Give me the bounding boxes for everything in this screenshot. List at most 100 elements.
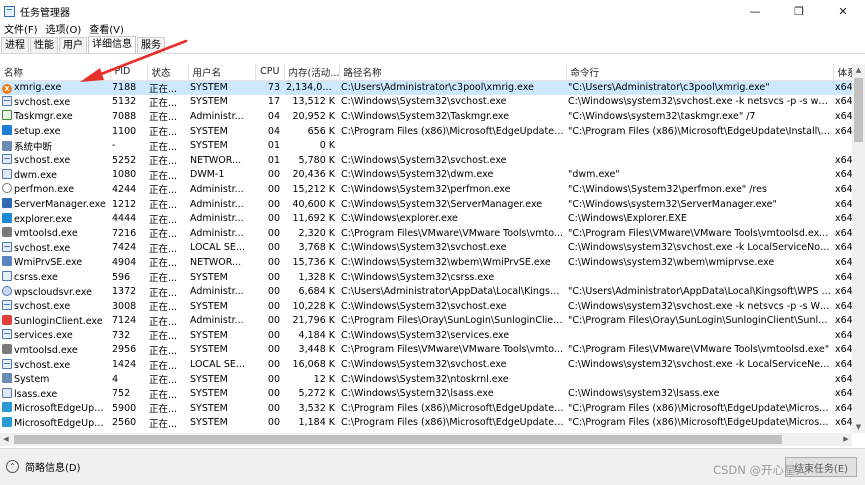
horizontal-scroll-thumb[interactable] — [14, 435, 782, 444]
process-name: svchost.exe — [0, 241, 110, 256]
scroll-down-icon[interactable]: ▼ — [852, 421, 865, 433]
process-path: C:\Program Files\Oray\SunLogin\SunloginC… — [341, 315, 566, 327]
column-header-user[interactable]: 用户名 — [188, 64, 256, 80]
process-architecture: x64 — [835, 286, 852, 298]
process-name-label: setup.exe — [14, 126, 61, 138]
process-status: 正在... — [149, 360, 178, 372]
column-header-memory[interactable]: 内存(活动... — [284, 64, 340, 80]
tab-performance[interactable]: 性能 — [30, 37, 58, 53]
process-name: vmtoolsd.exe — [0, 226, 110, 241]
process-cpu: 00 — [267, 359, 280, 371]
scroll-right-icon[interactable]: ▶ — [840, 433, 852, 446]
process-name: dwm.exe — [0, 168, 110, 183]
process-status: 正在... — [147, 80, 188, 95]
process-architecture: x64 — [835, 359, 852, 371]
minimize-icon[interactable]: — — [733, 0, 777, 22]
table-row[interactable]: vmtoolsd.exe 7216 正在... Administr... 00 2,320… — [0, 226, 852, 241]
restore-icon[interactable]: ❐ — [777, 0, 821, 22]
table-row[interactable]: services.exe 732 正在... SYSTEM 00 4,184 K C:\Wi… — [0, 328, 852, 343]
scroll-up-icon[interactable]: ▲ — [852, 64, 865, 76]
tab-services[interactable]: 服务 — [137, 37, 165, 53]
table-row[interactable]: Xxmrig.exe 7188 正在... SYSTEM 73 2,134,092 K C:… — [0, 80, 852, 95]
process-status: 正在... — [149, 127, 178, 139]
xmrig-icon: X — [2, 83, 12, 94]
process-path: C:\Program Files\VMware\VMware Tools\vmt… — [341, 344, 563, 356]
process-name: svchost.exe — [0, 95, 110, 110]
system-icon — [2, 373, 12, 384]
process-path: C:\Windows\System32\svchost.exe — [341, 300, 507, 312]
column-header-architecture[interactable]: 体系 — [833, 64, 852, 80]
table-row[interactable]: wpscloudsvr.exe 1372 正在... Administr... 00 6,… — [0, 284, 852, 299]
title-bar[interactable]: 任务管理器 — ❐ ✕ — [0, 0, 865, 22]
process-memory: 20,952 K — [292, 110, 336, 122]
column-header-path[interactable]: 路径名称 — [339, 64, 567, 80]
process-command-line: C:\Windows\system32\lsass.exe — [568, 388, 720, 400]
table-row[interactable]: SunloginClient.exe 7124 正在... Administr... 0… — [0, 314, 852, 329]
process-name: vmtoolsd.exe — [0, 343, 110, 358]
table-row[interactable]: vmtoolsd.exe 2956 正在... SYSTEM 00 3,448 K C:\P… — [0, 343, 852, 358]
vertical-scroll-thumb[interactable] — [854, 78, 863, 142]
tab-details[interactable]: 详细信息 — [88, 36, 136, 53]
column-header-name[interactable]: 名称 — [0, 64, 111, 80]
column-header-cpu[interactable]: CPU — [255, 64, 285, 80]
table-row[interactable]: WmiPrvSE.exe 4904 正在... NETWOR... 00 15,736 K… — [0, 255, 852, 270]
process-pid: 1100 — [112, 125, 137, 137]
process-user: NETWOR... — [190, 256, 242, 268]
process-architecture: x64 — [835, 271, 852, 283]
table-row[interactable]: svchost.exe 5252 正在... NETWOR... 01 5,780 K C:… — [0, 153, 852, 168]
process-pid: 1080 — [112, 169, 137, 181]
process-pid: 2560 — [112, 417, 137, 429]
process-memory: 656 K — [307, 125, 335, 137]
table-row[interactable]: MicrosoftEdgeUpd... 2560 正在... SYSTEM 00 1,18… — [0, 416, 852, 431]
close-icon[interactable]: ✕ — [821, 0, 865, 22]
menu-view[interactable]: 查看(V) — [85, 21, 128, 36]
table-row[interactable]: ServerManager.exe 1212 正在... Administr... 00… — [0, 197, 852, 212]
column-header-pid[interactable]: PID — [110, 64, 148, 80]
process-status: 正在... — [149, 243, 178, 255]
table-row[interactable]: MicrosoftEdgeUpd... 5900 正在... SYSTEM 00 3,53… — [0, 401, 852, 416]
sunlogin-icon — [2, 314, 12, 325]
process-user: SYSTEM — [190, 96, 228, 108]
fewer-details-button[interactable]: ⌃ 简略信息(D) — [6, 459, 81, 474]
process-pid: 4444 — [112, 213, 137, 225]
table-row[interactable]: lsass.exe 752 正在... SYSTEM 00 5,272 K C:\Windo… — [0, 386, 852, 401]
process-cpu: 00 — [267, 329, 280, 341]
service-icon — [2, 154, 12, 165]
process-cpu: 00 — [267, 402, 280, 414]
table-row[interactable]: svchost.exe 7424 正在... LOCAL SE... 00 3,768 K… — [0, 241, 852, 256]
table-row[interactable]: setup.exe 1100 正在... SYSTEM 04 656 K C:\Progra… — [0, 124, 852, 139]
process-path: C:\Windows\System32\ntoskrnl.exe — [341, 373, 509, 385]
table-row[interactable]: Taskmgr.exe 7088 正在... Administr... 04 20,952… — [0, 109, 852, 124]
column-header-status[interactable]: 状态 — [147, 64, 189, 80]
process-cpu: 04 — [267, 125, 280, 137]
table-row[interactable]: svchost.exe 5132 正在... SYSTEM 17 13,512 K C:\W… — [0, 95, 852, 110]
process-architecture: x64 — [835, 125, 852, 137]
column-header-command-line[interactable]: 命令行 — [566, 64, 834, 80]
system-icon — [2, 140, 12, 151]
table-row[interactable]: svchost.exe 3008 正在... SYSTEM 00 10,228 K C:\W… — [0, 299, 852, 314]
table-row[interactable]: dwm.exe 1080 正在... DWM-1 00 20,436 K C:\Window… — [0, 168, 852, 183]
process-name-label: vmtoolsd.exe — [14, 228, 78, 240]
table-row[interactable]: System 4 正在... SYSTEM 00 12 K C:\Windows\Syste… — [0, 372, 852, 387]
process-cpu: 17 — [267, 96, 280, 108]
process-command-line — [566, 153, 833, 168]
table-row[interactable]: perfmon.exe 4244 正在... Administr... 00 15,212… — [0, 182, 852, 197]
tab-users[interactable]: 用户 — [59, 37, 87, 53]
process-name: ServerManager.exe — [0, 197, 110, 212]
process-status: 正在... — [149, 112, 178, 124]
process-path: C:\Windows\System32\svchost.exe — [341, 96, 507, 108]
process-name: setup.exe — [0, 124, 110, 139]
vertical-scrollbar[interactable]: ▲ ▼ — [852, 64, 865, 433]
process-command-line — [566, 270, 833, 285]
tab-processes[interactable]: 进程 — [1, 37, 29, 53]
table-row[interactable]: explorer.exe 4444 正在... Administr... 00 11,69… — [0, 211, 852, 226]
table-row[interactable]: csrss.exe 596 正在... SYSTEM 00 1,328 K C:\Windo… — [0, 270, 852, 285]
table-row[interactable]: 系统中断 - 正在... SYSTEM 01 0 K — [0, 138, 852, 153]
process-pid: - — [112, 140, 116, 152]
table-row[interactable]: svchost.exe 1424 正在... LOCAL SE... 00 16,068 … — [0, 357, 852, 372]
scroll-left-icon[interactable]: ◀ — [0, 433, 12, 446]
menu-file[interactable]: 文件(F) — [0, 21, 42, 36]
horizontal-scrollbar[interactable]: ◀ ▶ — [0, 433, 852, 446]
menu-options[interactable]: 选项(O) — [42, 21, 86, 36]
process-memory: 20,436 K — [292, 169, 336, 181]
